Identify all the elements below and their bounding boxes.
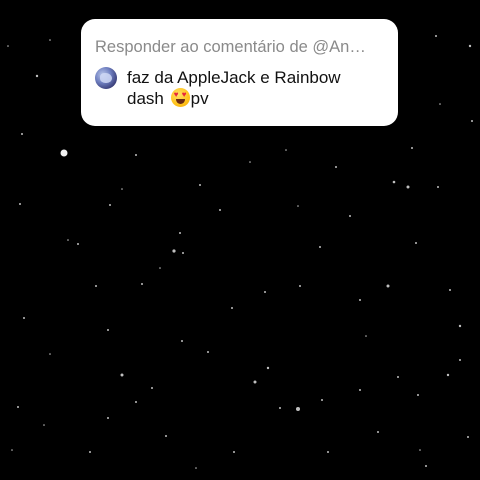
avatar[interactable]	[95, 67, 117, 89]
video-background: Responder ao comentário de @An… faz da A…	[0, 0, 480, 480]
comment-text: faz da AppleJack e Rainbow dash ♥ ♥ pv	[127, 67, 372, 109]
star	[207, 351, 209, 353]
star	[67, 239, 69, 241]
star	[172, 249, 176, 253]
star	[297, 205, 299, 207]
star	[459, 359, 461, 361]
star	[377, 431, 379, 433]
star	[458, 324, 462, 328]
star	[233, 451, 235, 453]
star	[425, 465, 427, 467]
star	[121, 188, 123, 190]
star	[199, 184, 201, 186]
star	[299, 285, 301, 287]
star	[17, 406, 19, 408]
star	[182, 252, 184, 254]
star	[89, 451, 91, 453]
star	[49, 353, 51, 355]
star	[419, 449, 421, 451]
star	[249, 161, 251, 163]
star	[107, 329, 109, 331]
star	[335, 166, 337, 168]
star	[179, 232, 181, 234]
reply-comment-card[interactable]: Responder ao comentário de @An… faz da A…	[81, 19, 398, 126]
star	[21, 133, 23, 135]
star	[468, 44, 472, 48]
star	[446, 373, 450, 377]
star	[49, 39, 51, 41]
star	[296, 407, 300, 411]
star	[471, 120, 473, 122]
star	[11, 449, 13, 451]
star	[109, 204, 111, 206]
star	[35, 74, 39, 78]
star	[417, 394, 419, 396]
star	[264, 291, 266, 293]
avatar-image	[100, 73, 112, 83]
star	[181, 340, 183, 342]
star	[95, 285, 97, 287]
star	[151, 387, 153, 389]
star	[165, 435, 167, 437]
star	[279, 407, 281, 409]
star	[439, 103, 441, 105]
reply-header: Responder ao comentário de @An…	[95, 38, 366, 56]
star	[135, 154, 137, 156]
star	[349, 215, 351, 217]
star	[319, 246, 321, 248]
star	[135, 401, 137, 403]
star	[406, 185, 410, 189]
star	[77, 243, 79, 245]
star	[60, 149, 68, 157]
star	[365, 335, 367, 337]
comment-suffix: pv	[190, 89, 209, 108]
star	[159, 267, 161, 269]
star	[195, 467, 197, 469]
star	[7, 45, 9, 47]
star	[415, 242, 417, 244]
star	[219, 209, 221, 211]
star	[321, 399, 323, 401]
star	[43, 424, 45, 426]
star	[449, 289, 451, 291]
star	[435, 35, 437, 37]
star	[231, 307, 233, 309]
star	[467, 436, 469, 438]
heart-eyes-emoji-icon: ♥ ♥	[170, 88, 190, 107]
star	[285, 149, 287, 151]
star	[397, 376, 399, 378]
star	[141, 283, 143, 285]
star	[386, 284, 390, 288]
comment-body: faz da AppleJack e Rainbow dash	[127, 68, 341, 108]
star	[19, 203, 21, 205]
star	[253, 380, 257, 384]
star	[437, 186, 439, 188]
star	[392, 180, 396, 184]
star	[120, 373, 124, 377]
star	[23, 317, 25, 319]
star	[411, 147, 413, 149]
star	[107, 417, 109, 419]
star	[359, 299, 361, 301]
star	[266, 366, 270, 370]
comment-row: faz da AppleJack e Rainbow dash ♥ ♥ pv	[95, 67, 384, 109]
star	[359, 389, 361, 391]
star	[327, 451, 329, 453]
